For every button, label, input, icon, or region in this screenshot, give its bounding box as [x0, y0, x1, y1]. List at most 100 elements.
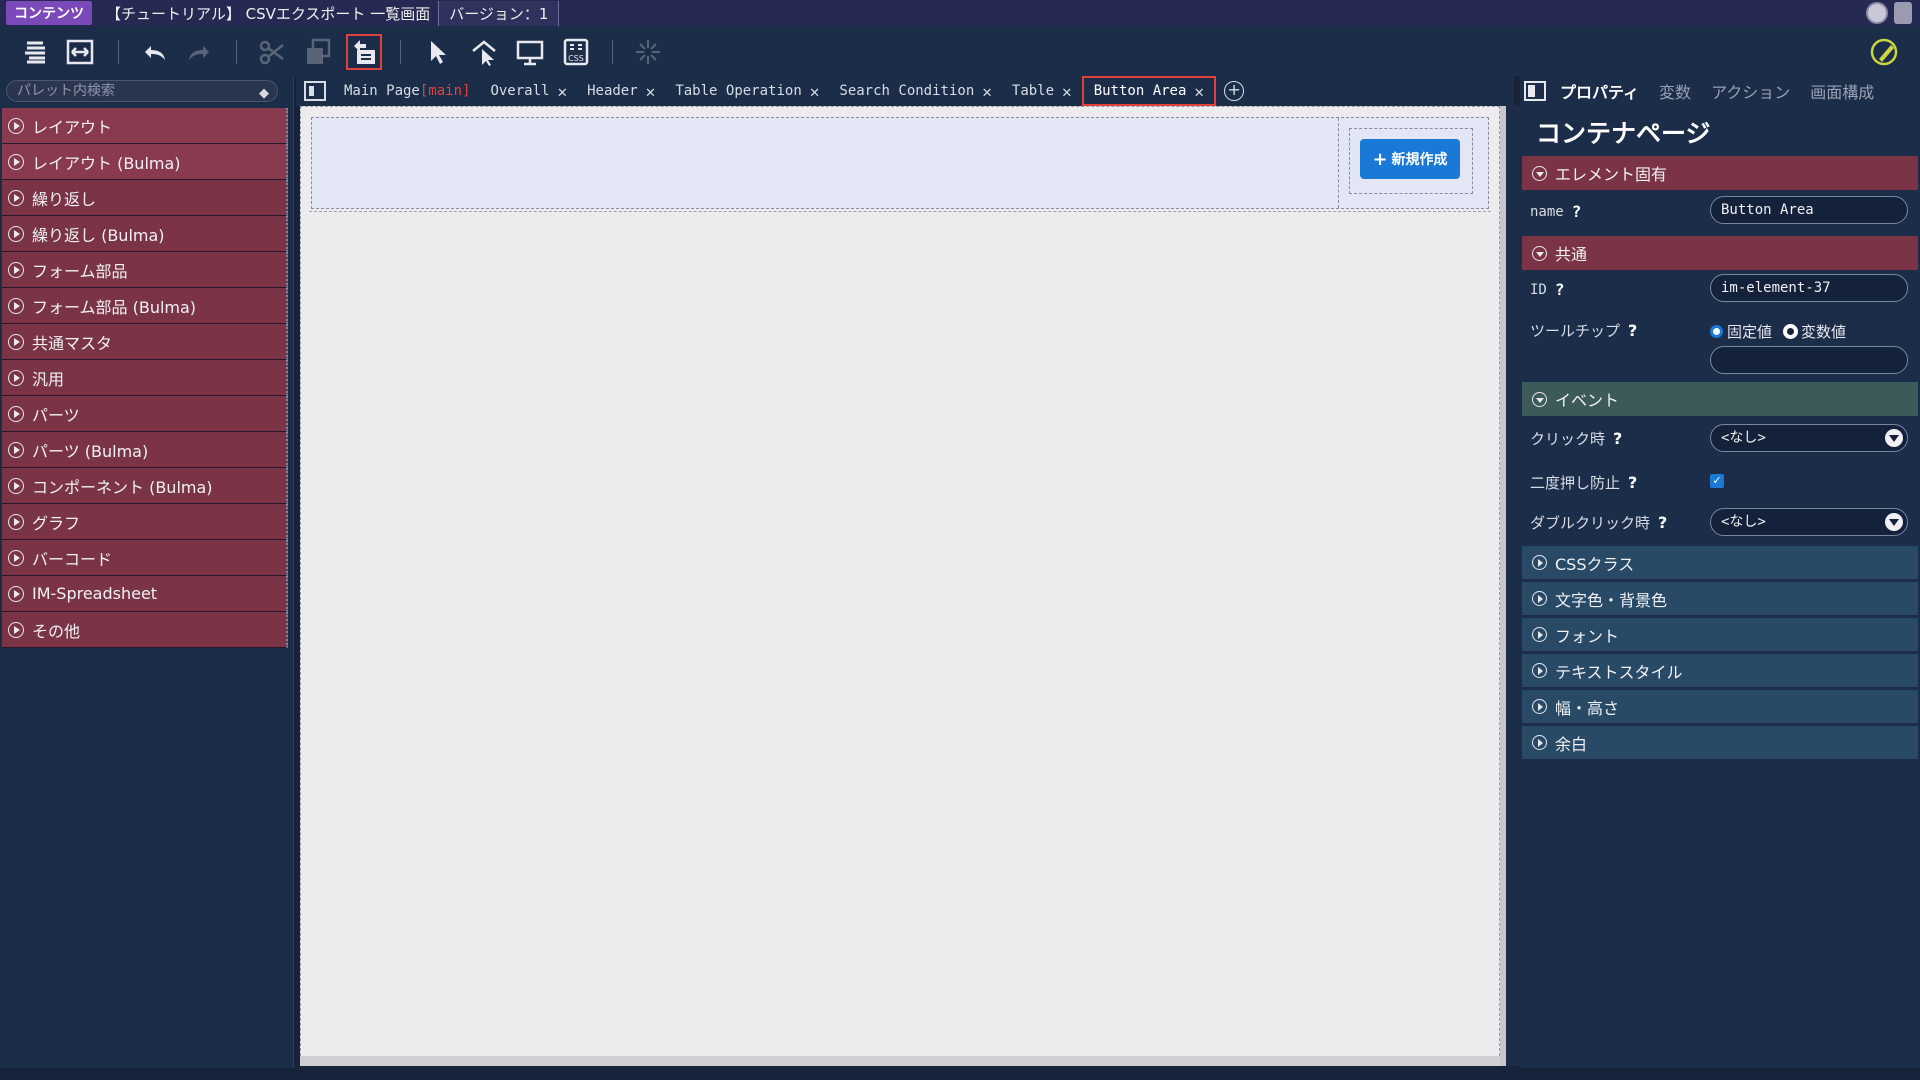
section-element[interactable]: エレメント固有 [1522, 156, 1918, 190]
help-icon[interactable]: ? [1555, 280, 1565, 299]
properties-tab[interactable]: プロパティ [1560, 79, 1639, 103]
name-label-row: name ? [1530, 202, 1581, 221]
help-icon[interactable]: ? [1628, 473, 1637, 492]
tooltip-fixed-radio[interactable] [1710, 325, 1723, 338]
palette-item[interactable]: パーツ [2, 396, 288, 432]
design-canvas[interactable]: + 新規作成 [300, 106, 1500, 1066]
page-tab[interactable]: Search Condition ✕ [829, 76, 1002, 106]
palette-item[interactable]: 繰り返し [2, 180, 288, 216]
chevron-right-icon [1532, 591, 1547, 606]
section-css[interactable]: CSSクラス [1522, 546, 1918, 580]
panel-toggle-icon[interactable] [304, 81, 326, 101]
page-tab[interactable]: Table ✕ [1002, 76, 1082, 106]
palette-item[interactable]: 共通マスタ [2, 324, 288, 360]
eraser-icon[interactable]: ◆ [259, 84, 269, 104]
palette-item[interactable]: コンポーネント (Bulma) [2, 468, 288, 504]
section-common[interactable]: 共通 [1522, 236, 1918, 270]
page-tab[interactable]: Header ✕ [577, 76, 665, 106]
help-icon[interactable]: ? [1572, 202, 1582, 221]
new-create-button[interactable]: + 新規作成 [1360, 139, 1460, 179]
help-icon[interactable]: ? [1658, 513, 1667, 532]
section-event[interactable]: イベント [1522, 382, 1918, 416]
app-label[interactable]: コンテンツ [6, 1, 92, 25]
lock-icon[interactable] [1894, 2, 1912, 24]
palette-item-label: コンポーネント (Bulma) [32, 477, 213, 497]
select-icon[interactable] [420, 34, 456, 70]
canvas-horizontal-scrollbar[interactable] [300, 1056, 1500, 1066]
palette-item-label: 繰り返し (Bulma) [32, 225, 165, 245]
palette-item[interactable]: その他 [2, 612, 288, 648]
palette-item[interactable]: フォーム部品 [2, 252, 288, 288]
properties-tab[interactable]: 画面構成 [1810, 79, 1874, 103]
palette-item[interactable]: レイアウト (Bulma) [2, 144, 288, 180]
palette-item[interactable]: 繰り返し (Bulma) [2, 216, 288, 252]
palette-item[interactable]: グラフ [2, 504, 288, 540]
version-label[interactable]: バージョン：1 [438, 0, 560, 26]
undo-icon[interactable] [136, 34, 172, 70]
button-area-right-cell[interactable]: + 新規作成 [1338, 118, 1488, 208]
section-font[interactable]: フォント [1522, 618, 1918, 652]
user-avatar-icon[interactable] [1866, 2, 1888, 24]
new-create-label: 新規作成 [1391, 152, 1448, 168]
help-icon[interactable]: ? [1628, 321, 1637, 340]
palette-item-label: レイアウト [32, 117, 113, 137]
click-action-select[interactable]: <なし> [1710, 424, 1908, 452]
properties-tab[interactable]: アクション [1711, 79, 1790, 103]
tooltip-field[interactable] [1710, 346, 1908, 374]
section-color[interactable]: 文字色・背景色 [1522, 582, 1918, 616]
paste-icon[interactable] [346, 34, 382, 70]
button-area-container[interactable]: + 新規作成 [311, 117, 1489, 209]
close-icon[interactable]: ✕ [1194, 82, 1204, 101]
close-icon[interactable]: ✕ [982, 82, 992, 101]
select-parent-icon[interactable] [466, 34, 502, 70]
section-margin[interactable]: 余白 [1522, 726, 1918, 760]
properties-tab[interactable]: 変数 [1659, 79, 1691, 103]
help-icon[interactable]: ? [1613, 429, 1622, 448]
close-icon[interactable]: ✕ [557, 82, 567, 101]
page-tab-label: Overall [490, 83, 550, 99]
id-field[interactable]: im-element-37 [1710, 274, 1908, 302]
title-bar: コンテンツ 【チュートリアル】 CSVエクスポート 一覧画面 バージョン：1 [0, 0, 1920, 26]
tooltip-fixed-label[interactable]: 固定値 [1727, 321, 1772, 342]
palette-item[interactable]: IM-Spreadsheet [2, 576, 288, 612]
double-submit-checkbox[interactable]: ✓ [1710, 474, 1724, 488]
section-size[interactable]: 幅・高さ [1522, 690, 1918, 724]
tooltip-variable-label[interactable]: 変数値 [1801, 321, 1846, 342]
palette-search-input[interactable]: パレット内検索 ◆ [6, 80, 278, 102]
sparkle-icon[interactable] [630, 34, 666, 70]
page-tab[interactable]: Main Page [main] [334, 76, 480, 106]
add-tab-icon[interactable]: + [1224, 81, 1245, 101]
name-field[interactable]: Button Area [1710, 196, 1908, 224]
chevron-down-icon[interactable] [1885, 429, 1903, 447]
panel-collapse-icon[interactable] [1524, 81, 1546, 101]
copy-icon[interactable] [300, 34, 336, 70]
close-icon[interactable]: ✕ [646, 82, 656, 101]
section-textstyle[interactable]: テキストスタイル [1522, 654, 1918, 688]
chevron-down-icon[interactable] [1885, 513, 1903, 531]
section-font-label: フォント [1555, 626, 1620, 646]
panel-splitter[interactable] [1506, 106, 1520, 1066]
status-bar [0, 1068, 1920, 1080]
palette-item[interactable]: レイアウト [2, 108, 288, 144]
preview-icon[interactable] [512, 34, 548, 70]
pencil-check-icon[interactable] [1866, 34, 1902, 70]
palette-item[interactable]: 汎用 [2, 360, 288, 396]
css-icon[interactable]: CSS [558, 34, 594, 70]
redo-icon[interactable] [182, 34, 218, 70]
cut-icon[interactable] [254, 34, 290, 70]
fit-icon[interactable] [62, 34, 98, 70]
close-icon[interactable]: ✕ [810, 82, 820, 101]
dblclick-action-select[interactable]: <なし> [1710, 508, 1908, 536]
palette-item[interactable]: フォーム部品 (Bulma) [2, 288, 288, 324]
page-tab[interactable]: Button Area ✕ [1081, 76, 1217, 106]
button-area-inner-box[interactable]: + 新規作成 [1349, 128, 1473, 194]
palette-icon[interactable] [18, 34, 54, 70]
palette-item[interactable]: パーツ (Bulma) [2, 432, 288, 468]
tooltip-variable-radio[interactable] [1784, 325, 1798, 338]
dblclick-label: ダブルクリック時 [1530, 514, 1651, 532]
page-tab[interactable]: Table Operation ✕ [665, 76, 829, 106]
close-icon[interactable]: ✕ [1062, 82, 1072, 101]
palette-item[interactable]: バーコード [2, 540, 288, 576]
palette-item-label: IM-Spreadsheet [32, 584, 158, 603]
page-tab[interactable]: Overall ✕ [480, 76, 577, 106]
